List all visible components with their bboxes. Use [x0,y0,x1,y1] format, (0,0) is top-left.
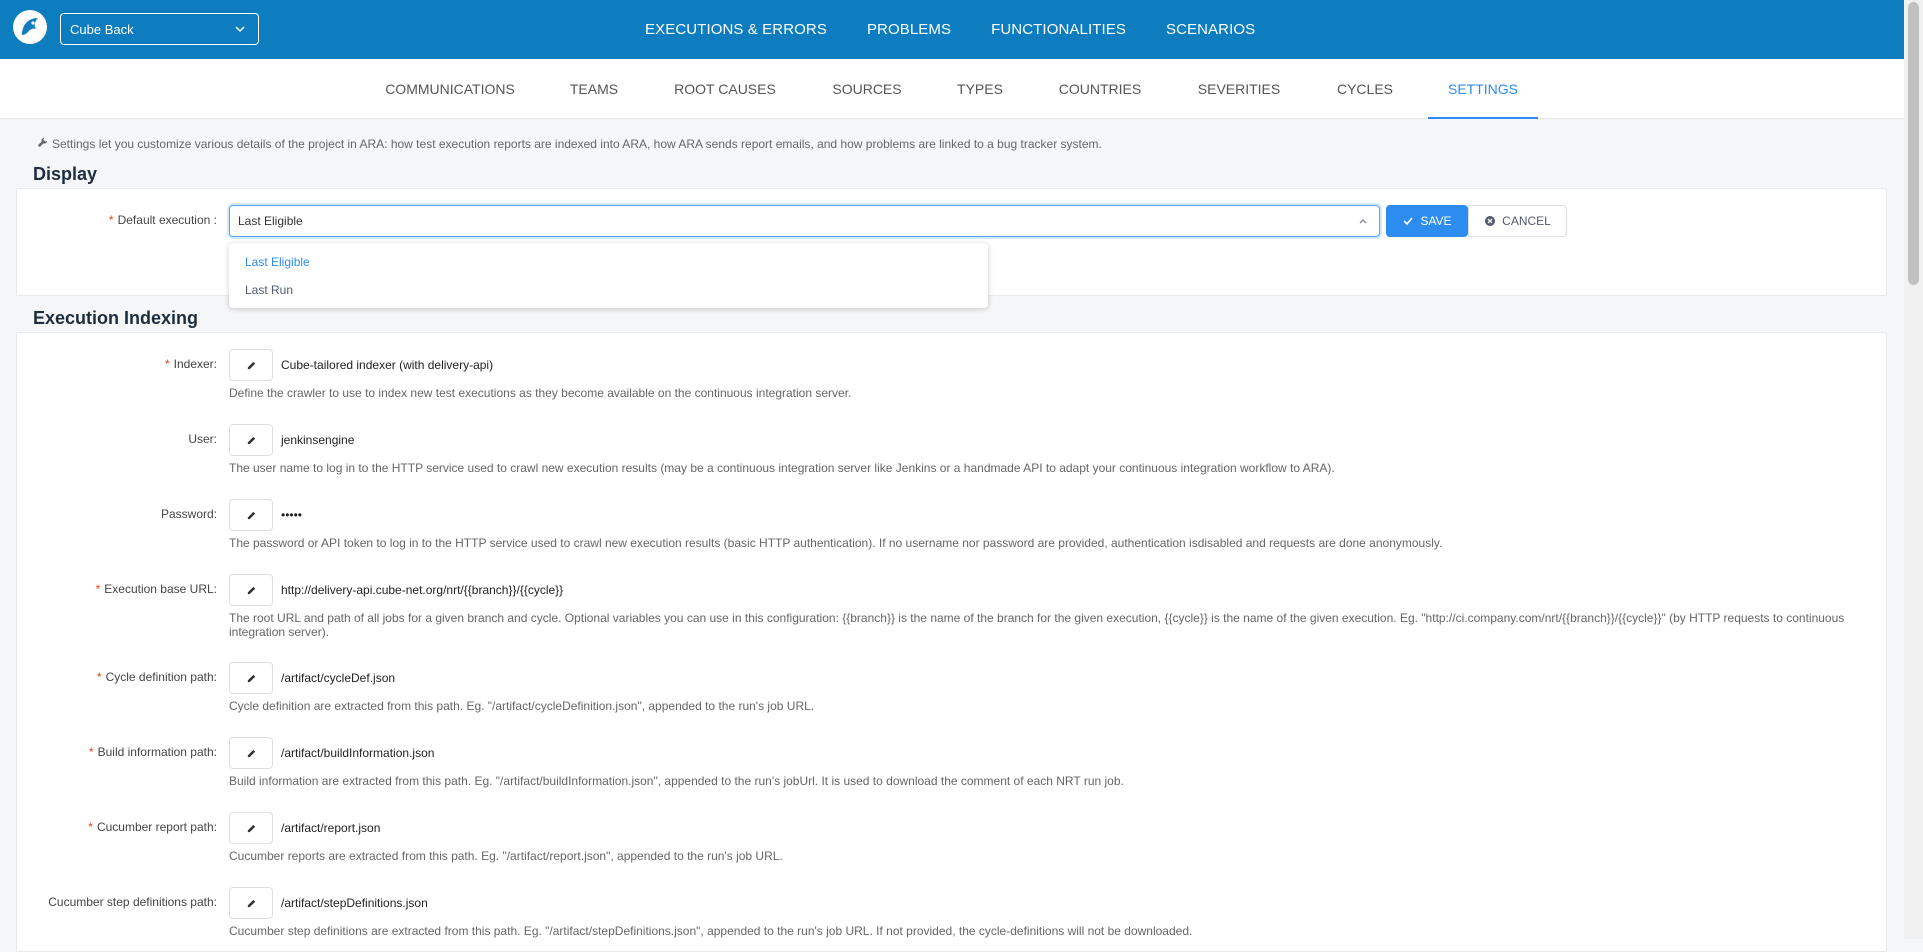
pencil-icon [247,511,255,519]
tab-cycles[interactable]: CYCLES [1331,59,1399,119]
edit-button[interactable] [229,812,273,844]
field-help: The user name to log in to the HTTP serv… [229,461,1335,475]
cancel-button[interactable]: CANCEL [1468,205,1567,237]
dropdown-option-last-run[interactable]: Last Run [229,276,988,304]
field-label-text: Password: [160,507,217,521]
field-label-text: Cucumber step definitions path: [48,895,217,909]
pencil-icon [247,899,255,907]
field-value: jenkinsengine [281,433,355,447]
field-help: Cucumber step definitions are extracted … [229,924,1193,938]
required-marker: * [95,582,101,596]
save-button-label: SAVE [1420,214,1452,228]
default-execution-select-value: Last Eligible [238,214,303,228]
edit-button[interactable] [229,574,273,606]
field-help: Define the crawler to use to index new t… [229,386,852,400]
wrench-icon [37,137,48,151]
pencil-icon [247,824,255,832]
field-label-text: User: [188,432,217,446]
pencil-icon [247,361,255,369]
section-title-display: Display [33,164,98,184]
ara-logo-icon[interactable] [13,10,47,44]
pencil-icon [247,749,255,757]
field-help: Cycle definition are extracted from this… [229,699,815,713]
chevron-down-icon [234,23,246,38]
default-execution-label-text: Default execution : [117,213,217,227]
tab-countries[interactable]: COUNTRIES [1055,59,1145,119]
required-marker: * [88,745,94,759]
field-help: Build information are extracted from thi… [229,774,1124,788]
field-value: Cube-tailored indexer (with delivery-api… [281,358,494,372]
tab-root-causes[interactable]: ROOT CAUSES [669,59,781,119]
nav-executions-errors[interactable]: EXECUTIONS & ERRORS [645,21,827,38]
settings-info-text: Settings let you customize various detai… [52,137,1102,151]
default-execution-row: * Default execution : Last Eligible SAVE … [17,205,1886,237]
field-label: * Cucumber report path: [17,820,217,834]
save-button[interactable]: SAVE [1386,205,1468,237]
nav-functionalities[interactable]: FUNCTIONALITIES [991,21,1126,38]
nav-scenarios[interactable]: SCENARIOS [1166,21,1255,38]
field-label: Password: [17,507,217,521]
chevron-up-icon [1357,206,1369,247]
field-value: ••••• [281,508,303,522]
field-label: * Indexer: [17,357,217,371]
field-label-text: Build information path: [97,745,217,759]
required-marker: * [96,670,102,684]
edit-button[interactable] [229,349,273,381]
cancel-button-label: CANCEL [1502,214,1551,228]
field-label-text: Cycle definition path: [105,670,217,684]
default-execution-select[interactable]: Last Eligible [229,205,1380,237]
project-select[interactable]: Cube Back [60,13,259,45]
pencil-icon [247,674,255,682]
field-value: /artifact/buildInformation.json [281,746,435,760]
field-label: User: [17,432,217,446]
main-nav: EXECUTIONS & ERRORS PROBLEMS FUNCTIONALI… [645,0,1295,59]
edit-button[interactable] [229,737,273,769]
field-help: The root URL and path of all jobs for a … [229,611,1845,639]
tab-communications[interactable]: COMMUNICATIONS [384,59,516,119]
pencil-icon [247,586,255,594]
required-marker: * [108,213,114,227]
field-help: The password or API token to log in to t… [229,536,1443,550]
tab-settings[interactable]: SETTINGS [1428,59,1538,119]
edit-button[interactable] [229,662,273,694]
field-label: Cucumber step definitions path: [17,895,217,909]
section-title-execution-indexing: Execution Indexing [33,308,199,328]
settings-subnav: COMMUNICATIONS TEAMS ROOT CAUSES SOURCES… [0,59,1904,119]
page-scrollbar[interactable] [1904,0,1923,939]
field-label: * Cycle definition path: [17,670,217,684]
tab-sources[interactable]: SOURCES [826,59,908,119]
field-value: /artifact/cycleDef.json [281,671,396,685]
field-label-text: Indexer: [173,357,217,371]
project-select-value: Cube Back [70,21,134,37]
check-icon [1403,217,1414,226]
close-circle-icon [1485,216,1496,226]
edit-button[interactable] [229,887,273,919]
field-value: /artifact/report.json [281,821,381,835]
field-help: Cucumber reports are extracted from this… [229,849,783,863]
nav-problems[interactable]: PROBLEMS [867,21,951,38]
required-marker: * [88,820,93,834]
execution-indexing-card: * Indexer: Cube-tailored indexer (with de… [16,332,1887,952]
pencil-icon [247,436,255,444]
edit-button[interactable] [229,499,273,531]
field-label-text: Execution base URL: [104,582,217,596]
tab-severities[interactable]: SEVERITIES [1193,59,1285,119]
default-execution-dropdown: Last Eligible Last Run [229,243,988,308]
tab-teams[interactable]: TEAMS [562,59,626,119]
edit-button[interactable] [229,424,273,456]
required-marker: * [164,357,170,371]
field-label-text: Cucumber report path: [96,820,217,834]
settings-info: Settings let you customize various detai… [37,137,1102,151]
scrollbar-thumb[interactable] [1908,2,1919,285]
dropdown-option-last-eligible[interactable]: Last Eligible [229,248,988,276]
default-execution-label: * Default execution : [17,213,217,227]
field-value: /artifact/stepDefinitions.json [281,896,428,910]
field-label: * Execution base URL: [17,582,217,596]
top-bar: Cube Back EXECUTIONS & ERRORS PROBLEMS F… [0,0,1904,59]
tab-types[interactable]: TYPES [952,59,1008,119]
settings-content: Settings let you customize various detai… [0,119,1904,952]
field-label: * Build information path: [17,745,217,759]
field-value: http://delivery-api.cube-net.org/nrt/{{b… [281,583,564,597]
